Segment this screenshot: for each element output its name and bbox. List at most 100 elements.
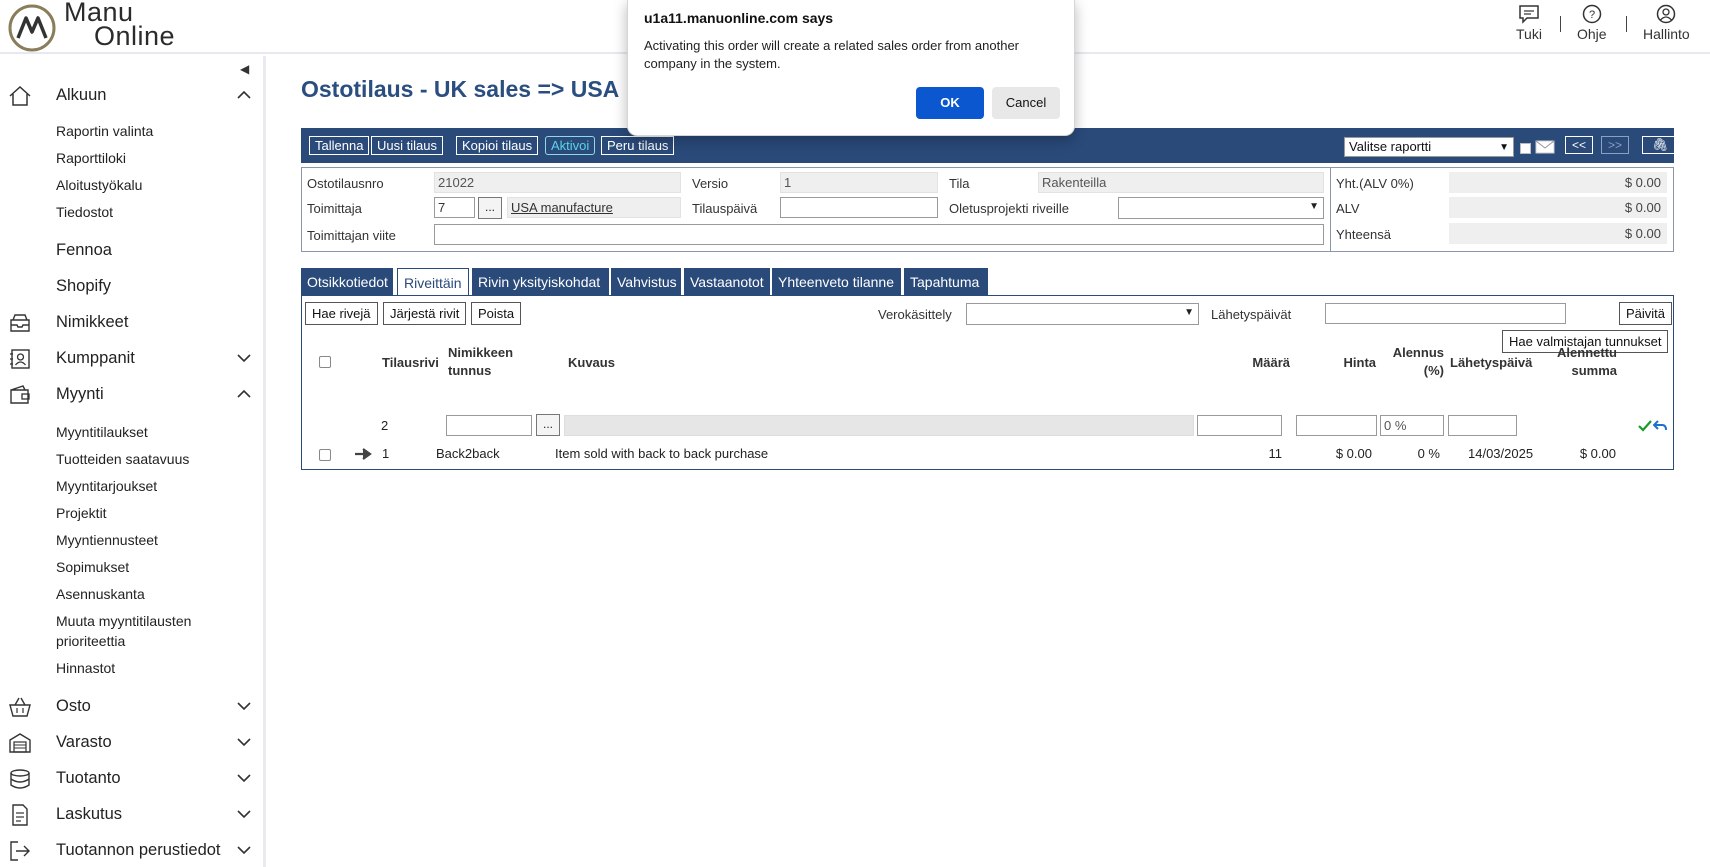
sidebar-item-label: Myynti <box>56 385 104 403</box>
undo-icon[interactable] <box>1653 419 1667 431</box>
sidebar-subitem-sopimukset[interactable]: Sopimukset <box>56 557 129 577</box>
dispatch-dates-input[interactable] <box>1325 303 1566 324</box>
tab-yhteenveto-tilanne[interactable]: Yhteenveto tilanne <box>772 268 901 296</box>
chevron-down-icon: ▼ <box>1309 201 1319 212</box>
supplier-lookup-button[interactable]: ... <box>478 197 502 219</box>
tab-rivin-yksityiskohdat[interactable]: Rivin yksityiskohdat <box>472 268 609 296</box>
database-icon <box>10 769 30 789</box>
warehouse-icon <box>9 733 31 753</box>
sidebar-item-shopify[interactable]: Shopify <box>0 272 266 302</box>
save-button[interactable]: Tallenna <box>309 136 370 155</box>
chevron-down-icon[interactable] <box>236 844 252 856</box>
report-select[interactable]: Valitse raportti ▼ <box>1344 137 1514 157</box>
separator <box>1560 16 1561 32</box>
order-date-input[interactable] <box>780 197 938 218</box>
chevron-down-icon[interactable] <box>236 352 252 364</box>
supplier-name-link[interactable]: USA manufacture <box>507 197 681 218</box>
sidebar-subitem-hinnastot[interactable]: Hinnastot <box>56 658 115 678</box>
chevron-down-icon: ▼ <box>1499 142 1509 153</box>
paperclip-icon[interactable]: 🖇 <box>1642 136 1678 154</box>
new-row-item-code-input[interactable] <box>446 415 532 436</box>
update-button[interactable]: Päivitä <box>1619 302 1673 325</box>
column-header: Kuvaus <box>568 355 615 370</box>
sidebar-subitem-raportin-valinta[interactable]: Raportin valinta <box>56 121 153 141</box>
tab-otsikkotiedot[interactable]: Otsikkotiedot <box>301 268 393 296</box>
sidebar-item-tuotanto[interactable]: Tuotanto <box>0 764 266 794</box>
dispatch-dates-label: Lähetyspäivät <box>1211 307 1292 322</box>
tax-select[interactable]: ▼ <box>966 303 1199 325</box>
invoice-icon <box>12 804 28 826</box>
sidebar-item-osto[interactable]: Osto <box>0 692 266 722</box>
column-header: Lähetyspäivä <box>1450 355 1533 370</box>
tab-tapahtuma[interactable]: Tapahtuma <box>904 268 988 296</box>
sidebar-item-label: Kumppanit <box>56 349 135 367</box>
supplier-id-input[interactable]: 7 <box>434 197 475 218</box>
chevron-down-icon[interactable] <box>236 772 252 784</box>
sidebar-subitem-aloitustyokalu[interactable]: Aloitustyökalu <box>56 175 142 195</box>
report-checkbox[interactable] <box>1520 143 1531 154</box>
new-row-qty-input[interactable] <box>1197 415 1282 436</box>
sidebar-subitem-asennuskanta[interactable]: Asennuskanta <box>56 584 145 604</box>
item-lookup-button[interactable]: ... <box>536 414 560 436</box>
new-order-button[interactable]: Uusi tilaus <box>371 136 443 155</box>
activate-button[interactable]: Aktivoi <box>545 136 596 155</box>
new-row-dispatch-date-input[interactable] <box>1448 415 1517 436</box>
chevron-up-icon[interactable] <box>236 388 252 400</box>
sidebar-subitem-muuta-prioriteettia[interactable]: Muuta myyntitilausten prioriteettia <box>56 611 236 651</box>
row-item-code[interactable]: Back2back <box>436 446 500 461</box>
sidebar-subitem-myyntitilaukset[interactable]: Myyntitilaukset <box>56 422 148 442</box>
supplier-ref-input[interactable] <box>434 224 1324 245</box>
sidebar-subitem-tuotteiden-saatavuus[interactable]: Tuotteiden saatavuus <box>56 449 189 469</box>
tab-riveittain[interactable]: Riveittäin <box>397 268 469 296</box>
inbox-icon <box>10 314 30 332</box>
sidebar-subitem-tiedostot[interactable]: Tiedostot <box>56 202 113 222</box>
copy-order-button[interactable]: Kopioi tilaus <box>456 136 539 155</box>
tab-vastaanotot[interactable]: Vastaanotot <box>684 268 770 296</box>
sidebar-item-tuotannon-perustiedot[interactable]: Tuotannon perustiedot <box>0 836 266 866</box>
sidebar-item-varasto[interactable]: Varasto <box>0 728 266 758</box>
previous-button[interactable]: << <box>1565 136 1593 154</box>
fetch-rows-button[interactable]: Hae rivejä <box>305 302 378 325</box>
chevron-down-icon[interactable] <box>236 808 252 820</box>
sidebar-subitem-myyntiennusteet[interactable]: Myyntiennusteet <box>56 530 158 550</box>
chevron-up-icon[interactable] <box>236 89 252 101</box>
select-all-checkbox[interactable] <box>319 356 331 368</box>
sidebar-item-fennoa[interactable]: Fennoa <box>0 236 266 266</box>
sidebar-item-alkuun[interactable]: Alkuun <box>0 81 266 111</box>
manuonline-logo[interactable]: Manu Online <box>8 0 198 52</box>
ok-button[interactable]: OK <box>916 87 984 119</box>
sidebar-item-myynti[interactable]: Myynti <box>0 380 266 410</box>
divider <box>1330 168 1331 251</box>
column-header: Hinta <box>1343 355 1377 370</box>
row-description: Item sold with back to back purchase <box>555 446 769 461</box>
hallinto-link[interactable]: Hallinto <box>1643 4 1690 42</box>
sidebar-item-laskutus[interactable]: Laskutus <box>0 800 266 830</box>
page-title: Ostotilaus - UK sales => USA <box>301 76 620 102</box>
sidebar-subitem-raporttiloki[interactable]: Raporttiloki <box>56 148 126 168</box>
chevron-down-icon[interactable] <box>236 736 252 748</box>
svg-text:?: ? <box>1589 9 1595 21</box>
row-qty: 11 <box>1268 446 1283 461</box>
cancel-button[interactable]: Cancel <box>992 87 1060 119</box>
default-project-select[interactable]: ▼ <box>1118 197 1324 219</box>
confirm-check-icon[interactable] <box>1638 420 1652 432</box>
sidebar-subitem-myyntitarjoukset[interactable]: Myyntitarjoukset <box>56 476 157 496</box>
new-row-price-input[interactable] <box>1296 415 1377 436</box>
next-button[interactable]: >> <box>1601 136 1629 154</box>
tuki-link[interactable]: Tuki <box>1516 4 1542 42</box>
delete-rows-button[interactable]: Poista <box>471 302 522 325</box>
mail-icon[interactable] <box>1535 140 1555 154</box>
row-checkbox[interactable] <box>319 449 331 461</box>
tab-vahvistus[interactable]: Vahvistus <box>611 268 681 296</box>
row-price: $ 0.00 <box>1335 446 1372 461</box>
sidebar-item-nimikkeet[interactable]: Nimikkeet <box>0 308 266 338</box>
sidebar-item-kumppanit[interactable]: Kumppanit <box>0 344 266 374</box>
sort-rows-button[interactable]: Järjestä rivit <box>383 302 467 325</box>
cancel-order-button[interactable]: Peru tilaus <box>601 136 675 155</box>
new-row-discount-input[interactable]: 0 % <box>1380 415 1444 436</box>
chevron-down-icon[interactable] <box>236 700 252 712</box>
sidebar-subitem-projektit[interactable]: Projektit <box>56 503 107 523</box>
status-field: Rakenteilla <box>1038 172 1324 193</box>
ohje-link[interactable]: ? Ohje <box>1577 4 1607 42</box>
collapse-sidebar-icon[interactable]: ◀ <box>240 62 249 76</box>
